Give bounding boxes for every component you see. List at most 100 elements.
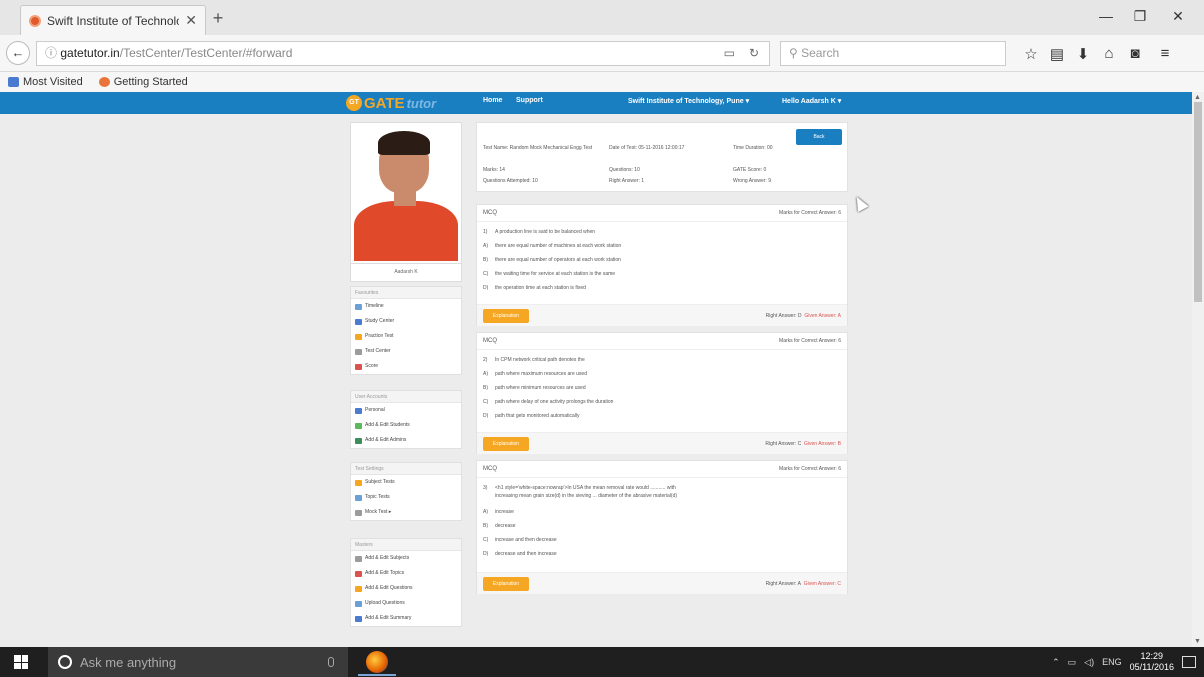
site-header: GT GATE tutor Home Support Swift Institu… bbox=[0, 92, 1192, 114]
sidebar-item-add-edit-questions[interactable]: Add & Edit Questions bbox=[351, 581, 461, 596]
downloads-icon[interactable]: ⬇ bbox=[1074, 45, 1092, 63]
right-answer: Right Answer: A bbox=[765, 581, 801, 587]
sidebar-item-practice-test[interactable]: Practice Test bbox=[351, 329, 461, 344]
windows-start-icon[interactable] bbox=[14, 655, 28, 669]
timeline-icon bbox=[355, 303, 362, 310]
url-path: /TestCenter/TestCenter/#forward bbox=[119, 46, 293, 60]
sidebar-item-upload-questions[interactable]: Upload Questions bbox=[351, 596, 461, 611]
scroll-down-icon[interactable]: ▼ bbox=[1194, 638, 1201, 645]
question-number: 3) bbox=[483, 485, 488, 491]
language-indicator[interactable]: ENG bbox=[1102, 657, 1122, 667]
sidebar-item-label: Test Center bbox=[365, 348, 391, 354]
clock-time: 12:29 bbox=[1140, 651, 1164, 661]
sidebar-item-label: Add & Edit Admins bbox=[365, 437, 407, 443]
question-number: 1) bbox=[483, 229, 488, 235]
option-key: D) bbox=[483, 285, 489, 291]
minimize-icon[interactable]: — bbox=[1096, 8, 1116, 26]
given-answer: Given Answer: B bbox=[804, 441, 841, 447]
institute-dropdown[interactable]: Swift Institute of Technology, Pune ▾ bbox=[628, 97, 749, 105]
browser-search-input[interactable]: ⚲ Search bbox=[780, 41, 1006, 66]
sidebar-group-favourites: Favourites Timeline Study Center Practic… bbox=[350, 286, 462, 375]
volume-icon[interactable]: ◁) bbox=[1084, 657, 1094, 668]
option-text: path where minimum resources are used bbox=[495, 385, 586, 391]
test-center-icon bbox=[355, 348, 362, 355]
maximize-icon[interactable]: ❐ bbox=[1130, 8, 1150, 26]
sidebar-item-add-edit-topics[interactable]: Add & Edit Topics bbox=[351, 566, 461, 581]
explanation-button[interactable]: Explanation bbox=[483, 577, 529, 591]
reader-view-icon[interactable]: ▭ bbox=[724, 42, 735, 65]
question-footer: Explanation Right Answer: C Given Answer… bbox=[477, 432, 847, 454]
answer-summary: Right Answer: D Given Answer: A bbox=[766, 313, 841, 319]
page-scrollbar[interactable]: ▲ ▼ bbox=[1192, 92, 1204, 647]
sidebar-item-mock-test[interactable]: Mock Test ▸ bbox=[351, 505, 461, 520]
sidebar-item-add-edit-subjects[interactable]: Add & Edit Subjects bbox=[351, 551, 461, 566]
firefox-taskbar-icon[interactable] bbox=[366, 651, 388, 673]
admins-icon bbox=[355, 437, 362, 444]
cortana-search-box[interactable]: Ask me anything bbox=[48, 647, 348, 677]
option-a: A) there are equal number of machines at … bbox=[483, 243, 621, 249]
nav-support-link[interactable]: Support bbox=[516, 97, 543, 104]
sidebar-item-score[interactable]: Score bbox=[351, 359, 461, 374]
option-d: D) path that gets monitored automatically bbox=[483, 413, 580, 419]
url-bar[interactable]: ⓘ gatetutor.in/TestCenter/TestCenter/#fo… bbox=[36, 41, 770, 66]
back-arrow-icon[interactable]: ← bbox=[6, 41, 30, 65]
bookmark-getting-started[interactable]: Getting Started bbox=[98, 76, 188, 88]
sidebar-item-test-center[interactable]: Test Center bbox=[351, 344, 461, 359]
explanation-button[interactable]: Explanation bbox=[483, 309, 529, 323]
scroll-up-icon[interactable]: ▲ bbox=[1194, 94, 1201, 101]
microphone-icon[interactable] bbox=[328, 657, 334, 667]
option-text: decrease bbox=[495, 523, 516, 529]
summary-icon bbox=[355, 615, 362, 622]
bookmarks-bar: Most Visited Getting Started bbox=[0, 72, 1204, 92]
scrollbar-thumb[interactable] bbox=[1194, 102, 1202, 302]
bookmark-most-visited[interactable]: Most Visited bbox=[8, 76, 83, 88]
sidebar-item-add-edit-admins[interactable]: Add & Edit Admins bbox=[351, 433, 461, 448]
home-icon[interactable]: ⌂ bbox=[1100, 45, 1118, 63]
option-text: path that gets monitored automatically bbox=[495, 413, 580, 419]
system-clock[interactable]: 12:29 05/11/2016 bbox=[1130, 651, 1174, 673]
logo-gate-text: GATE bbox=[364, 94, 405, 112]
sidebar-item-study-center[interactable]: Study Center bbox=[351, 314, 461, 329]
option-b: B) decrease bbox=[483, 523, 516, 529]
pocket-icon[interactable]: ◙ bbox=[1126, 45, 1144, 63]
photo-hair bbox=[378, 131, 430, 155]
close-tab-icon[interactable]: ✕ bbox=[185, 12, 197, 29]
sidebar-item-subject-tests[interactable]: Subject Tests bbox=[351, 475, 461, 490]
reading-list-icon[interactable]: ▤ bbox=[1048, 45, 1066, 63]
question-number: 2) bbox=[483, 357, 488, 363]
notifications-icon[interactable] bbox=[1182, 656, 1196, 668]
question-type: MCQ bbox=[483, 210, 497, 216]
sidebar-item-add-edit-summary[interactable]: Add & Edit Summary bbox=[351, 611, 461, 626]
option-d: D) decrease and then increase bbox=[483, 551, 557, 557]
nav-home-link[interactable]: Home bbox=[483, 97, 502, 104]
tray-expand-icon[interactable]: ⌃ bbox=[1052, 657, 1060, 668]
browser-tab[interactable]: Swift Institute of Technolo... ✕ bbox=[20, 5, 206, 35]
upload-icon bbox=[355, 600, 362, 607]
back-button[interactable]: Back bbox=[796, 129, 842, 145]
new-tab-icon[interactable]: + bbox=[208, 8, 228, 28]
user-menu-dropdown[interactable]: Hello Aadarsh K ▾ bbox=[782, 97, 841, 105]
question-marks: Marks for Correct Answer: 6 bbox=[779, 466, 841, 472]
option-key: D) bbox=[483, 413, 489, 419]
reload-icon[interactable]: ↻ bbox=[749, 42, 759, 65]
menu-icon[interactable]: ≡ bbox=[1156, 45, 1174, 63]
network-icon[interactable]: ▭ bbox=[1068, 657, 1077, 668]
sidebar-item-topic-tests[interactable]: Topic Tests bbox=[351, 490, 461, 505]
explanation-button[interactable]: Explanation bbox=[483, 437, 529, 451]
sidebar-item-personal[interactable]: Personal bbox=[351, 403, 461, 418]
sidebar-group-title: Test Settings bbox=[351, 463, 461, 475]
option-key: B) bbox=[483, 523, 488, 529]
bookmark-star-icon[interactable]: ☆ bbox=[1022, 45, 1040, 63]
clock-date: 05/11/2016 bbox=[1129, 662, 1174, 672]
profile-name: Aadarsh K bbox=[350, 264, 462, 282]
sidebar-item-timeline[interactable]: Timeline bbox=[351, 299, 461, 314]
option-key: B) bbox=[483, 257, 488, 263]
close-window-icon[interactable]: ✕ bbox=[1168, 8, 1188, 26]
sidebar-item-add-edit-students[interactable]: Add & Edit Students bbox=[351, 418, 461, 433]
option-key: C) bbox=[483, 271, 489, 277]
gatetutor-logo[interactable]: GT GATE tutor bbox=[346, 93, 436, 113]
browser-nav-bar: ← ⓘ gatetutor.in/TestCenter/TestCenter/#… bbox=[0, 35, 1204, 72]
option-key: C) bbox=[483, 399, 489, 405]
info-icon[interactable]: ⓘ bbox=[45, 46, 60, 60]
option-a: A) path where maximum resources are used bbox=[483, 371, 587, 377]
